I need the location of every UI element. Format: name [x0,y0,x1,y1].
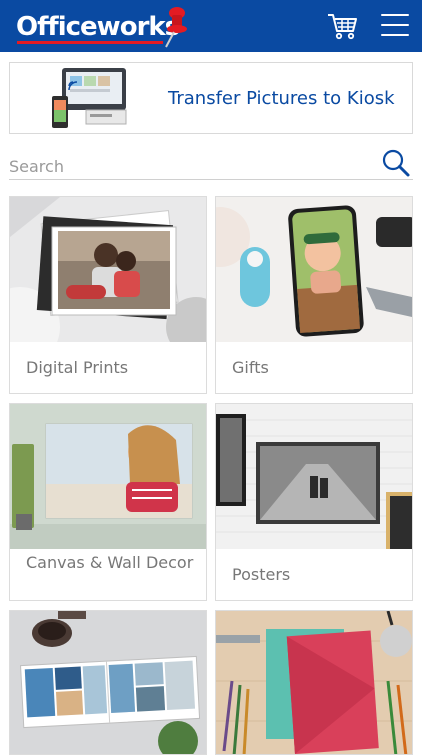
stationery-image [216,611,412,754]
category-label: Canvas & Wall Decor [26,553,194,572]
posters-image [216,404,412,549]
search-bar [9,146,413,180]
category-label: Gifts [232,358,269,377]
category-tile-posters[interactable]: Posters [215,403,413,601]
category-label: Posters [232,565,291,584]
category-tile-photo-books[interactable] [9,610,207,755]
category-tile-digital-prints[interactable]: Digital Prints [9,196,207,394]
cart-icon[interactable] [327,11,359,41]
photo-books-image [10,611,206,754]
search-input[interactable] [9,154,369,178]
canvas-wall-decor-image [10,404,206,549]
gifts-image [216,197,412,342]
search-icon[interactable] [381,148,411,178]
hamburger-menu-icon[interactable] [381,14,409,38]
category-tile-canvas-wall-decor[interactable]: Canvas & Wall Decor [9,403,207,601]
transfer-to-kiosk-banner[interactable]: Transfer Pictures to Kiosk [9,62,413,134]
kiosk-banner-label: Transfer Pictures to Kiosk [168,88,395,109]
category-tile-gifts[interactable]: Gifts [215,196,413,394]
push-pin-icon [165,7,187,48]
category-label: Digital Prints [26,358,129,377]
kiosk-phone-illustration [52,68,127,128]
digital-prints-image [10,197,206,342]
app-header: Officeworks [0,0,422,52]
logo-underline [17,41,163,44]
officeworks-logo[interactable]: Officeworks [16,12,180,42]
category-tile-stationery[interactable] [215,610,413,755]
